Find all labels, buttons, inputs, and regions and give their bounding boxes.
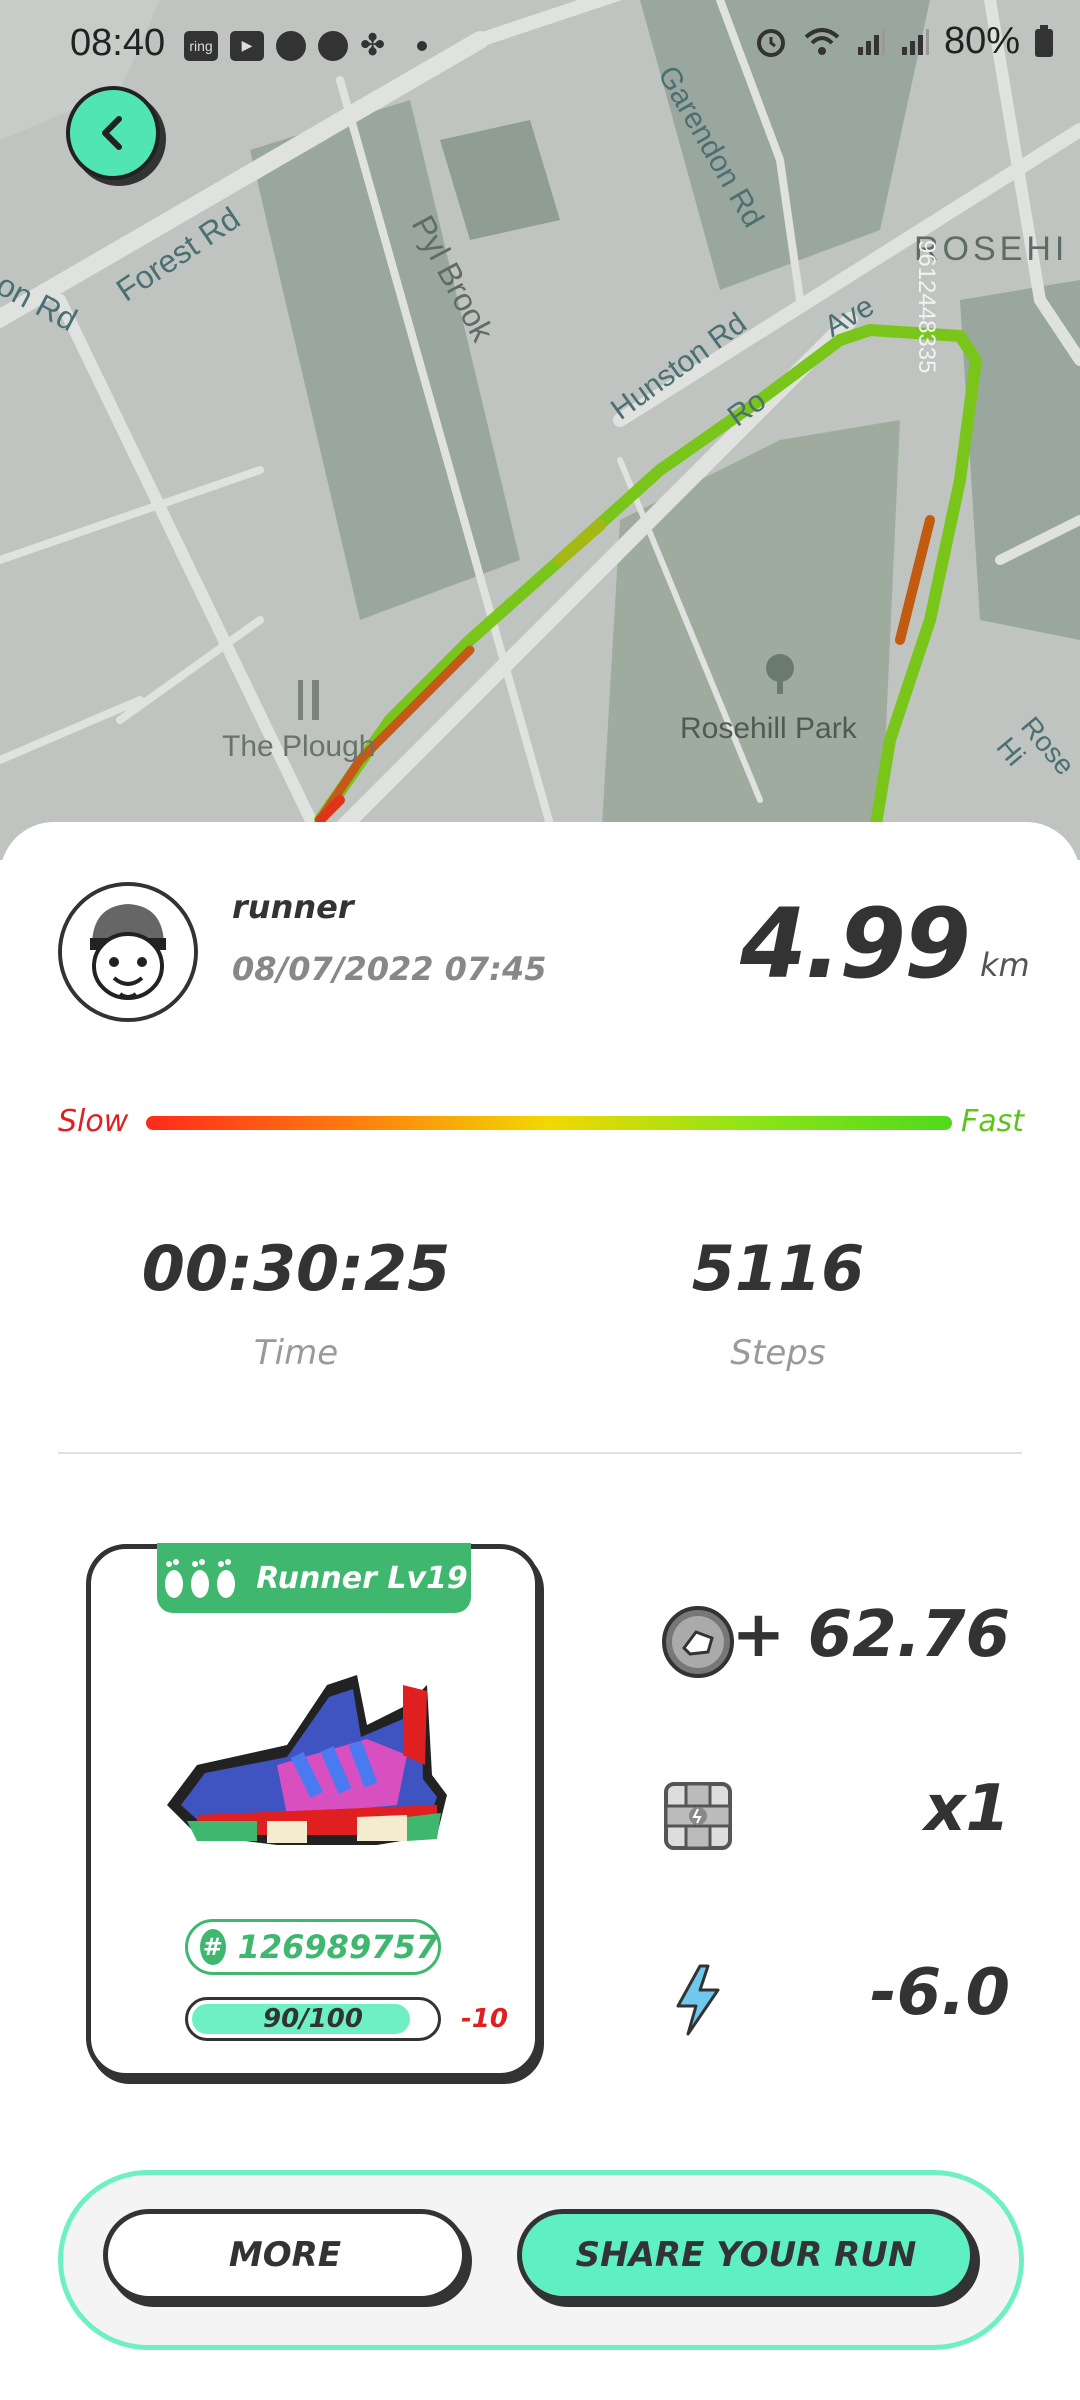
sneaker-id-badge: # 126989757: [185, 1919, 441, 1975]
durability-bar: 90/100: [185, 1997, 441, 2041]
battery-percent: 80%: [943, 20, 1020, 62]
footprints-icon: [165, 1559, 236, 1598]
chevron-left-icon: [102, 116, 122, 150]
gst-reward-value: + 62.76: [731, 1598, 1010, 1672]
energy-row: -6.0: [660, 1956, 1010, 2046]
steps-value: 5116: [691, 1232, 865, 1305]
run-datetime: 08/07/2022 07:45: [232, 950, 547, 988]
username: runner: [232, 888, 354, 926]
notification-icons: ring ▶ ✤: [184, 28, 428, 63]
sneaker-image: [167, 1675, 447, 1845]
time-stat: 00:30:25 Time: [96, 1232, 496, 1373]
map-label-rosehill-park: Rosehill Park: [680, 712, 857, 745]
more-button[interactable]: MORE: [103, 2209, 467, 2301]
status-time: 08:40: [70, 22, 166, 64]
back-button[interactable]: [66, 86, 160, 180]
sneaker-id: 126989757: [237, 1928, 438, 1966]
mystery-box-icon: [664, 1782, 732, 1850]
wifi-icon: [804, 27, 840, 55]
fan-icon: ✤: [360, 28, 386, 63]
route-map[interactable]: Forest Rd on Rd Pyl Brook Garendon Rd Hu…: [0, 0, 1080, 860]
alarm-icon: [756, 28, 785, 57]
durability-delta: -10: [461, 2004, 508, 2034]
time-value: 00:30:25: [141, 1232, 451, 1305]
sneaker-card[interactable]: Runner Lv19 # 126989757 90/100 -10: [86, 1543, 540, 2078]
time-label: Time: [253, 1333, 339, 1373]
status-bar: 08:40 ring ▶ ✤ 80%: [0, 0, 1080, 90]
gst-reward-row: + 62.76: [660, 1598, 1010, 1688]
youtube-icon: ▶: [230, 30, 264, 61]
run-summary-card: runner 08/07/2022 07:45 4.99 km Slow Fas…: [0, 822, 1080, 2400]
map-label-the-plough: The Plough: [222, 730, 376, 763]
map-watermark: 9612448335: [913, 240, 940, 374]
steps-stat: 5116 Steps: [578, 1232, 978, 1373]
battery-icon: [1035, 24, 1053, 57]
bowl-icon: [318, 30, 348, 61]
speed-gradient-bar: [146, 1116, 952, 1130]
steps-label: Steps: [730, 1333, 826, 1373]
signal-icon: [901, 28, 929, 55]
sneaker-level: Runner Lv19: [256, 1560, 468, 1596]
action-bar: MORE SHARE YOUR RUN: [58, 2170, 1024, 2350]
speed-slow-label: Slow: [58, 1104, 129, 1139]
mystery-box-value: x1: [924, 1772, 1010, 1846]
system-icons: 80%: [754, 20, 1054, 63]
signal-icon: [857, 28, 885, 55]
distance-value: 4.99: [740, 888, 971, 1000]
energy-value: -6.0: [870, 1956, 1010, 2030]
sneaker-level-tag: Runner Lv19: [157, 1543, 471, 1613]
more-notifications-dot: [417, 40, 428, 51]
mystery-box-row: x1: [660, 1772, 1010, 1862]
durability-text: 90/100: [263, 2004, 363, 2034]
distance-unit: km: [980, 946, 1030, 984]
avatar[interactable]: [58, 882, 198, 1022]
divider: [58, 1452, 1022, 1454]
lightning-icon: [676, 1964, 720, 2036]
hash-icon: #: [200, 1929, 226, 1965]
speed-fast-label: Fast: [960, 1104, 1024, 1139]
bowl-icon: [276, 30, 306, 61]
share-run-button[interactable]: SHARE YOUR RUN: [517, 2209, 975, 2301]
ring-app-icon: ring: [184, 30, 218, 61]
avatar-face-icon: [62, 886, 194, 1018]
speed-legend: Slow Fast: [58, 1102, 1024, 1152]
gst-coin-icon: [662, 1606, 734, 1678]
